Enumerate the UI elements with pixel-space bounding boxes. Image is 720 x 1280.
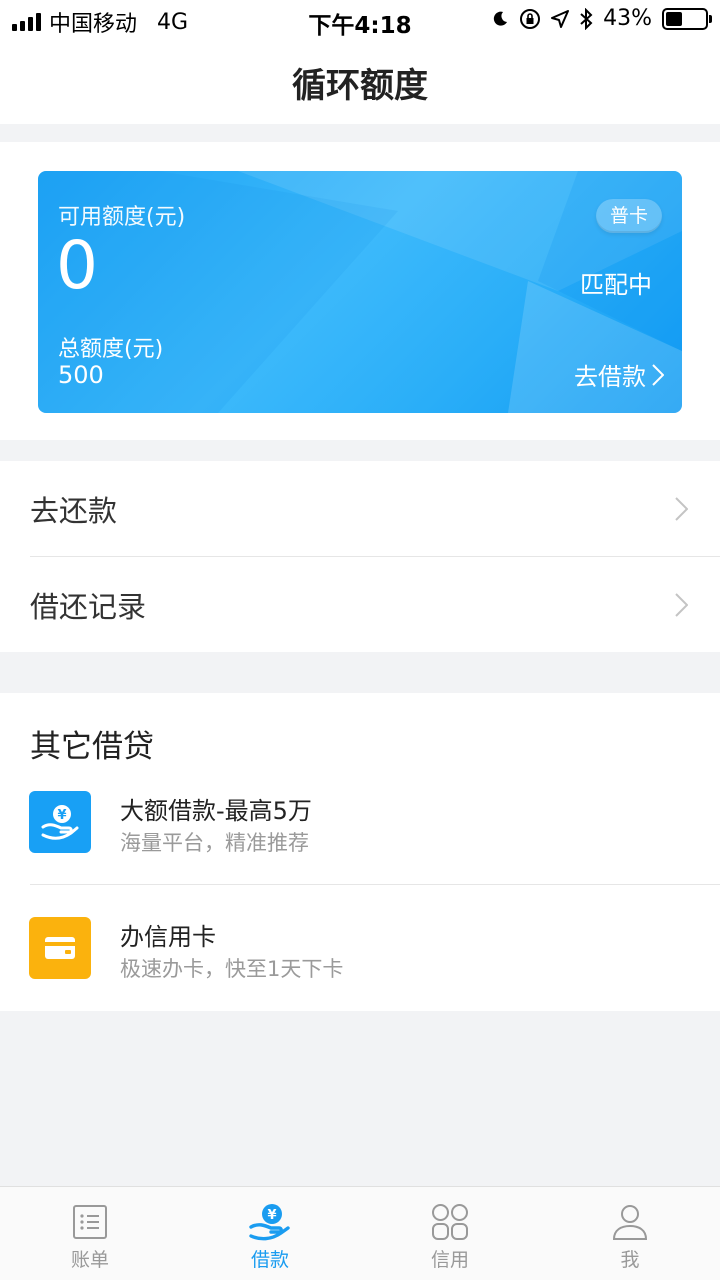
svg-text:¥: ¥ bbox=[267, 1208, 276, 1223]
tab-label: 信用 bbox=[430, 1249, 469, 1271]
bill-list-icon bbox=[73, 1205, 107, 1239]
total-credit-label: 总额度(元) bbox=[58, 337, 164, 362]
loan-title: 办信用卡 bbox=[120, 923, 216, 951]
records-label: 借还记录 bbox=[30, 589, 147, 624]
moon-icon bbox=[493, 11, 508, 26]
loan-title: 大额借款-最高5万 bbox=[120, 797, 312, 825]
divider bbox=[30, 884, 720, 885]
other-loans-section: 其它借贷 ¥ 大额借款-最高5万 海量平台，精准推荐 办信用卡 极速办卡，快至1… bbox=[0, 693, 720, 1011]
chevron-right-icon bbox=[675, 496, 688, 521]
card-tier-badge: 普卡 bbox=[595, 199, 662, 233]
tab-label: 借款 bbox=[250, 1249, 289, 1271]
available-credit-value: 0 bbox=[56, 227, 98, 304]
tab-label: 账单 bbox=[70, 1249, 109, 1271]
wallet-card-icon bbox=[29, 917, 91, 979]
list-item-records[interactable]: 借还记录 bbox=[0, 557, 720, 652]
person-icon bbox=[612, 1205, 648, 1240]
money-hand-icon: ¥ bbox=[249, 1204, 290, 1241]
go-borrow-label: 去借款 bbox=[574, 363, 646, 391]
chevron-right-icon bbox=[652, 363, 664, 386]
navigation-bar: 循环额度 bbox=[0, 40, 720, 124]
rotation-lock-icon bbox=[520, 8, 541, 29]
battery-icon bbox=[662, 7, 712, 30]
loan-item-credit-card[interactable]: 办信用卡 极速办卡，快至1天下卡 bbox=[0, 917, 720, 1017]
total-credit-value: 500 bbox=[58, 361, 104, 389]
status-bar: 中国移动 4G 下午4:18 43% bbox=[0, 0, 720, 40]
tab-me[interactable]: 我 bbox=[540, 1187, 720, 1280]
go-borrow-link[interactable]: 去借款 bbox=[574, 357, 664, 392]
money-hand-icon: ¥ bbox=[29, 791, 91, 853]
svg-text:¥: ¥ bbox=[57, 808, 66, 823]
loan-subtitle: 极速办卡，快至1天下卡 bbox=[120, 957, 344, 981]
loan-item-large[interactable]: ¥ 大额借款-最高5万 海量平台，精准推荐 bbox=[0, 791, 720, 891]
credit-card-section: 可用额度(元) 0 普卡 匹配中 总额度(元) 500 去借款 bbox=[0, 142, 720, 440]
list-item-repay[interactable]: 去还款 bbox=[0, 461, 720, 556]
bluetooth-icon bbox=[580, 7, 593, 30]
tab-label: 我 bbox=[620, 1249, 640, 1271]
action-list: 去还款 借还记录 bbox=[0, 461, 720, 652]
tab-credit[interactable]: 信用 bbox=[360, 1187, 540, 1280]
location-icon bbox=[551, 9, 570, 28]
grid-circles-icon bbox=[432, 1204, 468, 1240]
battery-percent: 43% bbox=[603, 6, 652, 31]
credit-card[interactable]: 可用额度(元) 0 普卡 匹配中 总额度(元) 500 去借款 bbox=[38, 171, 682, 413]
tab-borrow[interactable]: ¥ 借款 bbox=[180, 1187, 360, 1280]
chevron-right-icon bbox=[675, 592, 688, 617]
tab-bar: 账单 ¥ 借款 信用 我 bbox=[0, 1186, 720, 1280]
repay-label: 去还款 bbox=[30, 493, 118, 528]
matching-status: 匹配中 bbox=[580, 271, 652, 299]
page-title: 循环额度 bbox=[292, 65, 428, 106]
section-title: 其它借贷 bbox=[30, 729, 154, 765]
tab-bill[interactable]: 账单 bbox=[0, 1187, 180, 1280]
loan-subtitle: 海量平台，精准推荐 bbox=[120, 831, 309, 855]
